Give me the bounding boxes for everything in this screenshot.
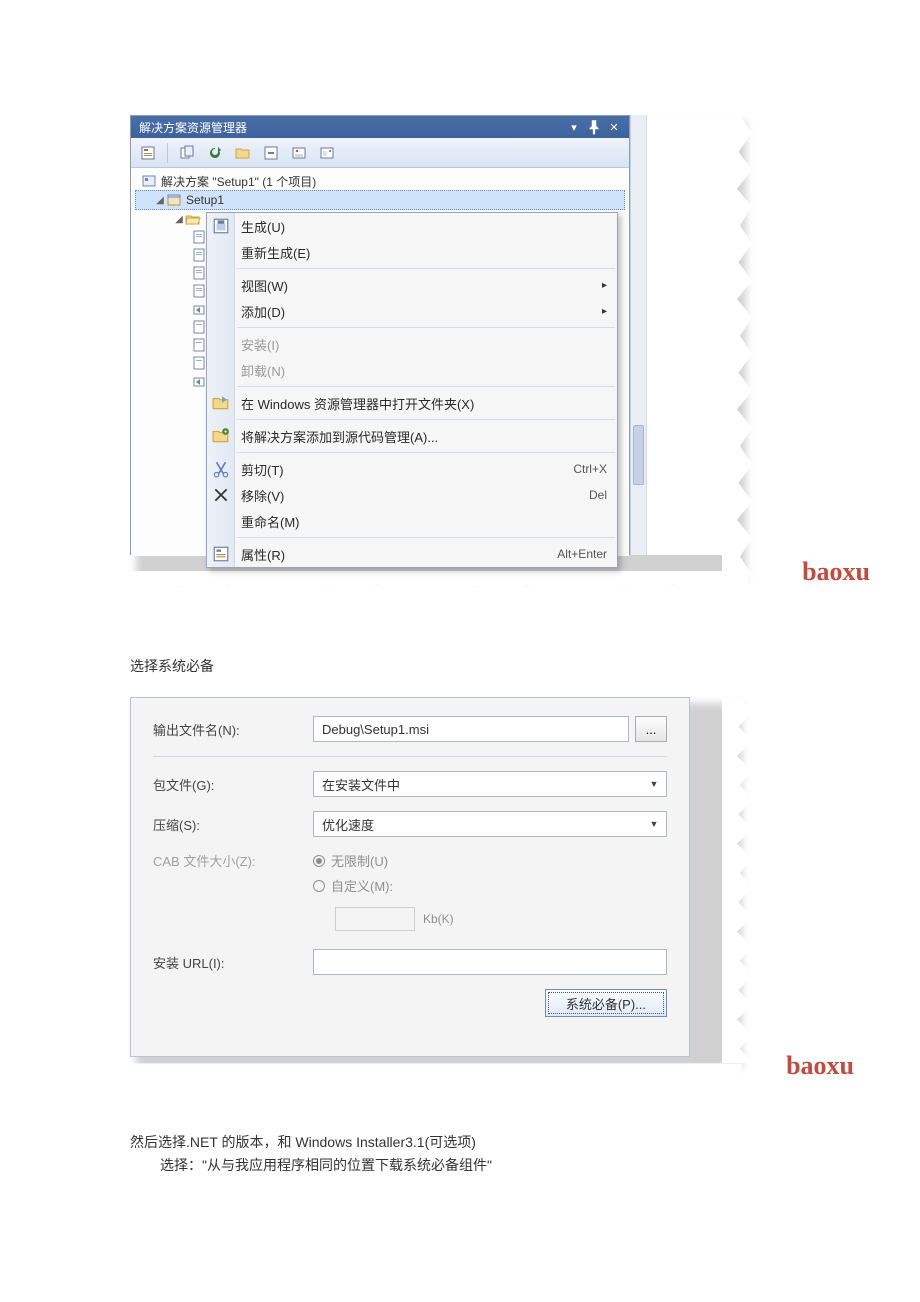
menu-shortcut: Del [589,488,607,502]
menu-label: 添加(D) [241,302,285,321]
menu-shortcut: Ctrl+X [573,462,607,476]
menu-rename[interactable]: 重命名(M) [207,508,617,534]
project-label: Setup1 [186,193,224,207]
folder-open-icon [185,211,201,227]
install-url-input[interactable] [313,949,667,975]
folder-view-icon[interactable] [232,142,254,164]
package-select[interactable]: 在安装文件中 ▼ [313,771,667,797]
file-icon [191,229,207,245]
menu-cut[interactable]: 剪切(T) Ctrl+X [207,456,617,482]
menu-label: 生成(U) [241,217,285,236]
properties-icon[interactable] [137,142,159,164]
collapse-icon[interactable] [260,142,282,164]
refresh-icon[interactable] [204,142,226,164]
tree-project-node[interactable]: ◢ Setup1 [135,190,625,210]
menu-label: 移除(V) [241,486,284,505]
setup-project-icon [166,192,182,208]
prerequisites-button[interactable]: 系统必备(P)... [545,989,667,1017]
properties-icon [212,545,230,563]
property-form: 输出文件名(N): Debug\Setup1.msi ... 包文件(G): 在… [130,697,690,1057]
menu-add[interactable]: 添加(D) ▸ [207,298,617,324]
solution-explorer-screenshot: 解决方案资源管理器 ▾ ✕ [130,115,750,595]
shortcut-icon [191,301,207,317]
watermark-text: baoxu [802,557,870,587]
tree-solution-node[interactable]: 解决方案 "Setup1" (1 个项目) [135,172,625,190]
output-name-input[interactable]: Debug\Setup1.msi [313,716,629,742]
menu-label: 剪切(T) [241,460,284,479]
menu-view[interactable]: 视图(W) ▸ [207,272,617,298]
close-icon[interactable]: ✕ [605,119,623,135]
panel-title: 解决方案资源管理器 [139,119,247,136]
show-all-files-icon[interactable] [176,142,198,164]
expand-toggle-icon[interactable]: ◢ [173,214,185,225]
instruction-text-2a: 然后选择.NET 的版本，和 Windows Installer3.1(可选项) [130,1131,790,1153]
custom-kb-input [335,907,415,931]
file-icon [191,247,207,263]
file-icon [191,319,207,335]
chevron-down-icon: ▼ [644,814,664,834]
output-name-label: 输出文件名(N): [153,720,313,739]
pin-icon[interactable] [585,119,603,135]
panel-titlebar: 解决方案资源管理器 ▾ ✕ [131,116,629,138]
scrollbar-thumb[interactable] [633,425,644,485]
compress-label: 压缩(S): [153,815,313,834]
menu-install: 安装(I) [207,331,617,357]
vertical-scrollbar[interactable] [630,115,646,555]
radio-unlimited: 无限制(U) [313,851,393,870]
menu-uninstall: 卸载(N) [207,357,617,383]
watermark-text: baoxu [786,1051,854,1081]
chevron-down-icon: ▼ [644,774,664,794]
menu-label: 重命名(M) [241,512,300,531]
source-control-icon [212,427,230,445]
instruction-text-2b: 选择："从与我应用程序相同的位置下载系统必备组件" [130,1154,790,1176]
project-context-menu: 生成(U) 重新生成(E) 视图(W) ▸ 添加(D) ▸ 安装(I) 卸载(N… [206,212,618,568]
property-pages-icon[interactable] [288,142,310,164]
browse-button[interactable]: ... [635,716,667,742]
radio-custom: 自定义(M): [313,876,393,895]
menu-label: 重新生成(E) [241,243,310,262]
file-icon [191,337,207,353]
menu-build[interactable]: 生成(U) [207,213,617,239]
menu-label: 视图(W) [241,276,288,295]
file-icon [191,283,207,299]
property-page-screenshot: 输出文件名(N): Debug\Setup1.msi ... 包文件(G): 在… [130,697,750,1087]
expand-toggle-icon[interactable]: ◢ [154,195,166,206]
delete-icon [212,486,230,504]
package-label: 包文件(G): [153,775,313,794]
radio-icon [313,880,325,892]
open-folder-icon [212,394,230,412]
menu-label: 卸载(N) [241,361,285,380]
cab-size-label: CAB 文件大小(Z): [153,851,313,870]
cut-icon [212,460,230,478]
menu-label: 将解决方案添加到源代码管理(A)... [241,427,438,446]
compress-select[interactable]: 优化速度 ▼ [313,811,667,837]
menu-properties[interactable]: 属性(R) Alt+Enter [207,541,617,567]
install-url-label: 安装 URL(I): [153,953,313,972]
build-icon [212,217,230,235]
solution-label: 解决方案 "Setup1" (1 个项目) [161,173,316,190]
menu-label: 属性(R) [241,545,285,564]
menu-remove[interactable]: 移除(V) Del [207,482,617,508]
menu-label: 在 Windows 资源管理器中打开文件夹(X) [241,394,474,413]
instruction-text-1: 选择系统必备 [130,655,790,677]
menu-shortcut: Alt+Enter [557,547,607,561]
file-icon [191,265,207,281]
radio-icon [313,855,325,867]
menu-label: 安装(I) [241,335,279,354]
menu-open-in-explorer[interactable]: 在 Windows 资源管理器中打开文件夹(X) [207,390,617,416]
solution-icon [141,173,157,189]
chevron-right-icon: ▸ [602,306,607,317]
menu-rebuild[interactable]: 重新生成(E) [207,239,617,265]
panel-toolbar [131,138,629,168]
dropdown-icon[interactable]: ▾ [565,119,583,135]
file-icon [191,355,207,371]
chevron-right-icon: ▸ [602,280,607,291]
menu-add-source-control[interactable]: 将解决方案添加到源代码管理(A)... [207,423,617,449]
designer-icon[interactable] [316,142,338,164]
shortcut-icon [191,373,207,389]
kb-label: Kb(K) [423,912,454,926]
